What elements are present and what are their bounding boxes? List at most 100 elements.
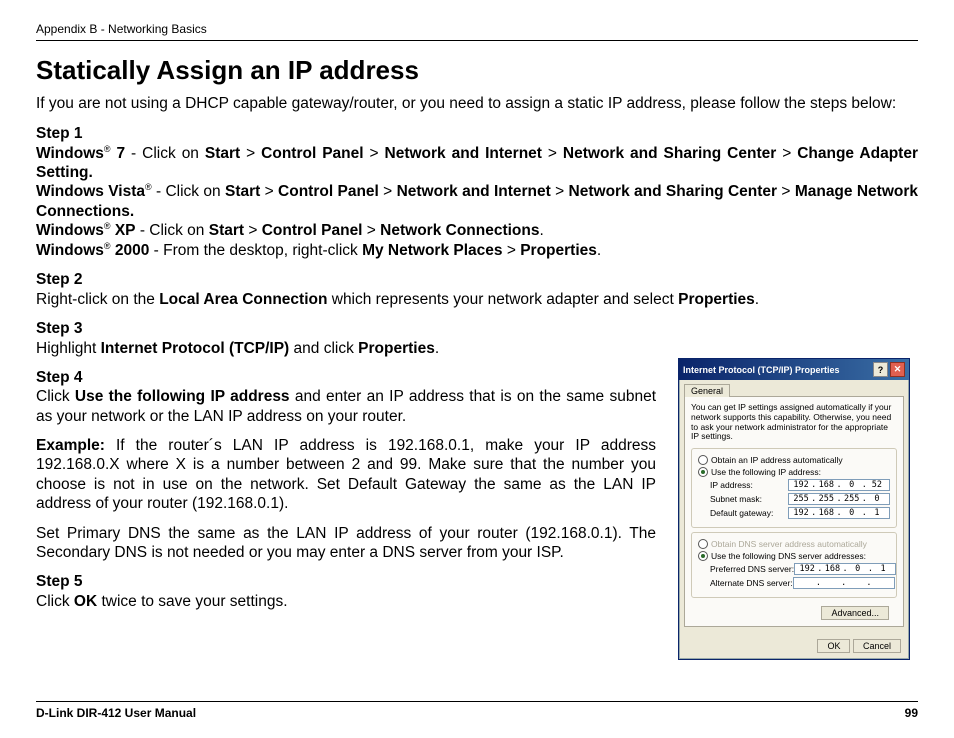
ip-address-label: IP address:	[710, 480, 753, 490]
w2k-ver: 2000	[111, 242, 150, 259]
nsc: Network and Sharing Center	[563, 145, 776, 162]
s4-pre: Click	[36, 388, 75, 405]
ip-group: Obtain an IP address automatically Use t…	[691, 448, 897, 528]
sep: >	[244, 222, 262, 239]
s3-props: Properties	[358, 340, 435, 357]
cp: Control Panel	[278, 184, 379, 201]
s2-mid: which represents your network adapter an…	[327, 291, 678, 308]
s5-pre: Click	[36, 593, 74, 610]
s2-pre: Right-click on the	[36, 291, 159, 308]
radio-use-ip[interactable]: Use the following IP address:	[698, 467, 890, 477]
sep: >	[551, 184, 569, 201]
sep: >	[260, 184, 278, 201]
default-gateway-input[interactable]: 192.168.0.1	[788, 507, 890, 519]
step-5: Step 5 Click OK twice to save your setti…	[36, 572, 656, 611]
dialog-body: You can get IP settings assigned automat…	[684, 396, 904, 627]
help-icon[interactable]: ?	[873, 362, 888, 377]
dns-group: Obtain DNS server address automatically …	[691, 532, 897, 598]
example-label: Example:	[36, 437, 105, 454]
radio-use-ip-label: Use the following IP address:	[711, 467, 821, 477]
dialog-description: You can get IP settings assigned automat…	[691, 403, 897, 442]
sep: >	[503, 242, 521, 259]
sep: >	[776, 145, 797, 162]
ok-button[interactable]: OK	[817, 639, 850, 653]
w2k-txt: - From the desktop, right-click	[149, 242, 362, 259]
close-icon[interactable]: ✕	[890, 362, 905, 377]
win7-txt: - Click on	[125, 145, 205, 162]
s3-pre: Highlight	[36, 340, 101, 357]
advanced-button[interactable]: Advanced...	[821, 606, 889, 620]
footer-manual-name: D-Link DIR-412 User Manual	[36, 706, 196, 720]
s5-ok: OK	[74, 593, 97, 610]
dialog-title-text: Internet Protocol (TCP/IP) Properties	[683, 365, 840, 375]
step-1-heading: Step 1	[36, 125, 83, 142]
radio-obtain-ip[interactable]: Obtain an IP address automatically	[698, 455, 890, 465]
mnp: My Network Places	[362, 242, 502, 259]
subnet-mask-label: Subnet mask:	[710, 494, 762, 504]
s3-end: .	[435, 340, 439, 357]
sep: >	[379, 184, 397, 201]
ni: Network and Internet	[385, 145, 542, 162]
win7-label: Windows	[36, 145, 104, 162]
sep: >	[364, 145, 385, 162]
s3-proto: Internet Protocol (TCP/IP)	[101, 340, 290, 357]
s2-end: .	[755, 291, 759, 308]
example-text: If the router´s LAN IP address is 192.16…	[36, 437, 656, 512]
step-4-heading: Step 4	[36, 369, 83, 386]
s3-mid: and click	[289, 340, 358, 357]
xp-reg: ®	[104, 221, 111, 231]
sep: >	[542, 145, 563, 162]
subnet-mask-input[interactable]: 255.255.255.0	[788, 493, 890, 505]
alternate-dns-input[interactable]: . . .	[793, 577, 895, 589]
radio-use-dns-label: Use the following DNS server addresses:	[711, 551, 866, 561]
page-header: Appendix B - Networking Basics	[36, 22, 918, 41]
xp-ver: XP	[111, 222, 136, 239]
w2k-label: Windows	[36, 242, 104, 259]
preferred-dns-label: Preferred DNS server:	[710, 564, 794, 574]
default-gateway-label: Default gateway:	[710, 508, 773, 518]
cp: Control Panel	[262, 222, 363, 239]
step-2: Step 2 Right-click on the Local Area Con…	[36, 270, 918, 309]
page-title: Statically Assign an IP address	[36, 55, 918, 86]
win7-ver: 7	[111, 145, 126, 162]
win7-reg: ®	[104, 144, 111, 154]
step-4: Step 4 Click Use the following IP addres…	[36, 368, 656, 426]
nsc: Network and Sharing Center	[569, 184, 778, 201]
radio-obtain-dns: Obtain DNS server address automatically	[698, 539, 890, 549]
w2k-reg: ®	[104, 241, 111, 251]
step-5-heading: Step 5	[36, 573, 83, 590]
dns-block: Set Primary DNS the same as the LAN IP a…	[36, 524, 656, 563]
step-2-heading: Step 2	[36, 271, 83, 288]
example-block: Example: If the router´s LAN IP address …	[36, 436, 656, 514]
radio-obtain-dns-label: Obtain DNS server address automatically	[711, 539, 867, 549]
vista-txt: - Click on	[152, 184, 225, 201]
footer-page-number: 99	[905, 706, 918, 720]
radio-use-dns[interactable]: Use the following DNS server addresses:	[698, 551, 890, 561]
ip-address-input[interactable]: 192.168.0.52	[788, 479, 890, 491]
step-3: Step 3 Highlight Internet Protocol (TCP/…	[36, 319, 918, 358]
step-3-heading: Step 3	[36, 320, 83, 337]
intro-text: If you are not using a DHCP capable gate…	[36, 94, 918, 114]
xp-label: Windows	[36, 222, 104, 239]
start: Start	[209, 222, 244, 239]
cancel-button[interactable]: Cancel	[853, 639, 901, 653]
radio-obtain-ip-label: Obtain an IP address automatically	[711, 455, 843, 465]
sep: >	[777, 184, 795, 201]
xp-txt: - Click on	[136, 222, 209, 239]
tab-general[interactable]: General	[684, 384, 730, 397]
preferred-dns-input[interactable]: 192.168.0.1	[794, 563, 896, 575]
step-1: Step 1 Windows® 7 - Click on Start > Con…	[36, 124, 918, 260]
start: Start	[205, 145, 240, 162]
alternate-dns-label: Alternate DNS server:	[710, 578, 793, 588]
sep: >	[363, 222, 381, 239]
s5-post: twice to save your settings.	[97, 593, 287, 610]
nc: Network Connections	[380, 222, 539, 239]
ni: Network and Internet	[397, 184, 551, 201]
tcpip-properties-dialog: Internet Protocol (TCP/IP) Properties ? …	[678, 358, 910, 660]
cp: Control Panel	[261, 145, 363, 162]
sep: >	[240, 145, 261, 162]
start: Start	[225, 184, 260, 201]
vista-reg: ®	[145, 182, 152, 192]
s4-uf: Use the following IP address	[75, 388, 290, 405]
s2-lac: Local Area Connection	[159, 291, 327, 308]
